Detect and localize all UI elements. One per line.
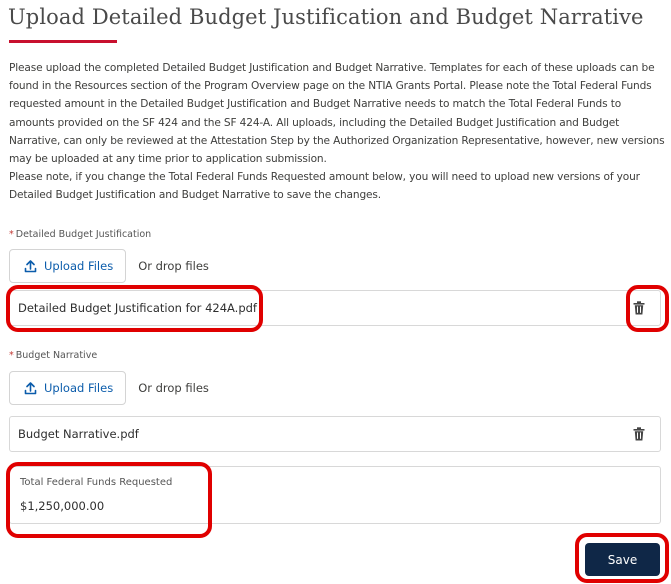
title-accent-rule <box>9 40 117 43</box>
upload-button-label: Upload Files <box>44 259 114 273</box>
narrative-file-name: Budget Narrative.pdf <box>18 427 139 441</box>
upload-button-label: Upload Files <box>44 381 114 395</box>
page-title: Upload Detailed Budget Justification and… <box>8 5 644 29</box>
total-funds-input[interactable] <box>20 499 620 513</box>
justification-file-name: Detailed Budget Justification for 424A.p… <box>18 301 257 315</box>
instructions: Please upload the completed Detailed Bud… <box>9 59 667 205</box>
instructions-paragraph-1: Please upload the completed Detailed Bud… <box>9 62 665 166</box>
narrative-file-row: Budget Narrative.pdf <box>9 416 661 452</box>
required-marker: * <box>9 229 14 240</box>
upload-icon <box>24 381 37 394</box>
drop-files-text: Or drop files <box>138 381 209 395</box>
justification-label-text: Detailed Budget Justification <box>15 229 152 240</box>
narrative-upload-button[interactable]: Upload Files <box>9 371 127 405</box>
trash-icon[interactable] <box>630 425 648 443</box>
instructions-paragraph-2: Please note, if you change the Total Fed… <box>9 171 640 202</box>
narrative-label-text: Budget Narrative <box>15 350 98 361</box>
required-marker: * <box>9 350 14 361</box>
justification-dropzone[interactable]: Upload Files Or drop files <box>9 248 661 284</box>
justification-file-row: Detailed Budget Justification for 424A.p… <box>9 290 661 326</box>
narrative-dropzone[interactable]: Upload Files Or drop files <box>9 370 661 406</box>
trash-icon[interactable] <box>630 299 648 317</box>
justification-label: * Detailed Budget Justification <box>9 229 151 240</box>
drop-files-text: Or drop files <box>138 259 209 273</box>
save-button[interactable]: Save <box>585 543 660 576</box>
total-funds-field[interactable]: Total Federal Funds Requested <box>9 466 661 524</box>
justification-upload-button[interactable]: Upload Files <box>9 249 127 283</box>
upload-icon <box>24 259 37 272</box>
total-funds-label: Total Federal Funds Requested <box>20 477 173 488</box>
narrative-label: * Budget Narrative <box>9 350 97 361</box>
